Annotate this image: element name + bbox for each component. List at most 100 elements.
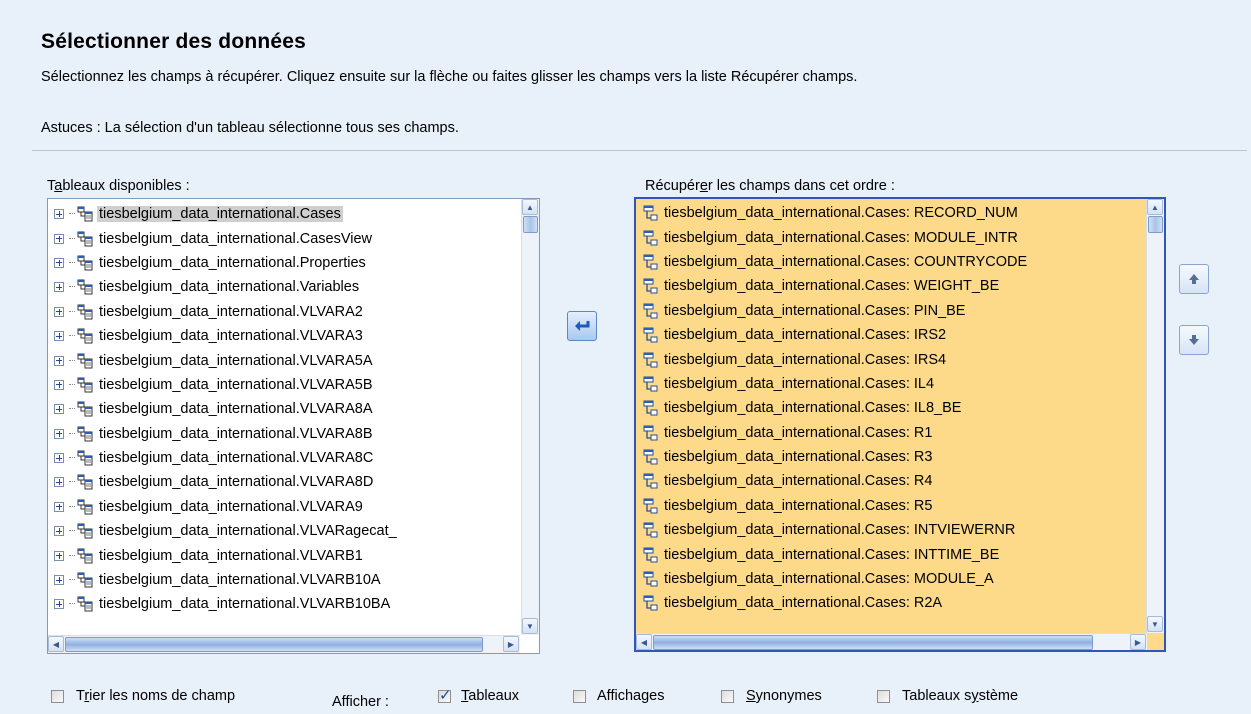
field-row[interactable]: tiesbelgium_data_international.Cases: CO… <box>636 250 1145 274</box>
expand-icon[interactable] <box>54 209 64 220</box>
field-name: tiesbelgium_data_international.Cases: IR… <box>664 327 947 344</box>
table-row[interactable]: tiesbelgium_data_international.VLVARA8D <box>48 470 397 494</box>
table-row[interactable]: tiesbelgium_data_international.VLVARA8B <box>48 422 397 446</box>
table-name: tiesbelgium_data_international.VLVARA2 <box>99 303 363 320</box>
tables-checkbox[interactable] <box>438 686 452 704</box>
views-checkbox[interactable] <box>573 690 586 703</box>
tables-checkbox-label[interactable]: Tableaux <box>461 688 519 704</box>
vertical-scrollbar[interactable]: ▲ ▼ <box>1146 199 1164 633</box>
expand-icon[interactable] <box>54 355 64 366</box>
table-row[interactable]: tiesbelgium_data_international.VLVARA5B <box>48 373 397 397</box>
expand-icon[interactable] <box>54 477 64 488</box>
field-row[interactable]: tiesbelgium_data_international.Cases: RE… <box>636 201 1145 225</box>
move-to-retrieve-button[interactable] <box>567 311 597 341</box>
table-row[interactable]: tiesbelgium_data_international.VLVARagec… <box>48 519 397 543</box>
scroll-thumb[interactable] <box>1148 216 1163 233</box>
expand-icon[interactable] <box>54 282 64 293</box>
table-row[interactable]: tiesbelgium_data_international.VLVARA8A <box>48 397 397 421</box>
table-row[interactable]: tiesbelgium_data_international.VLVARA2 <box>48 300 397 324</box>
field-row[interactable]: tiesbelgium_data_international.Cases: MO… <box>636 225 1145 249</box>
field-name: tiesbelgium_data_international.Cases: IL… <box>664 375 935 392</box>
horizontal-scrollbar[interactable]: ◀ ▶ <box>48 635 520 653</box>
table-row[interactable]: tiesbelgium_data_international.VLVARA9 <box>48 495 397 519</box>
field-row[interactable]: tiesbelgium_data_international.Cases: MO… <box>636 567 1145 591</box>
table-row[interactable]: tiesbelgium_data_international.VLVARB1 <box>48 543 397 567</box>
move-down-button[interactable] <box>1179 325 1209 355</box>
table-row[interactable]: tiesbelgium_data_international.VLVARB10B… <box>48 592 397 616</box>
field-row[interactable]: tiesbelgium_data_international.Cases: IN… <box>636 518 1145 542</box>
expand-icon[interactable] <box>54 501 64 512</box>
expand-icon[interactable] <box>54 257 64 268</box>
expand-icon[interactable] <box>54 233 64 244</box>
scroll-up-button[interactable]: ▲ <box>522 199 538 215</box>
horizontal-scrollbar[interactable]: ◀ ▶ <box>636 633 1147 650</box>
table-row[interactable]: tiesbelgium_data_international.VLVARA3 <box>48 324 397 348</box>
scroll-thumb[interactable] <box>65 637 483 652</box>
scroll-left-button[interactable]: ◀ <box>636 634 652 650</box>
scroll-right-button[interactable]: ▶ <box>1130 634 1146 650</box>
scroll-thumb[interactable] <box>523 216 538 233</box>
expand-icon[interactable] <box>54 550 64 561</box>
available-tables-list[interactable]: tiesbelgium_data_international.Cases ties… <box>47 198 540 654</box>
field-row[interactable]: tiesbelgium_data_international.Cases: R5 <box>636 494 1145 518</box>
system-tables-checkbox[interactable] <box>877 690 890 703</box>
expand-icon[interactable] <box>54 306 64 317</box>
field-icon <box>643 400 658 416</box>
table-icon <box>77 474 93 490</box>
tips-text: Astuces : La sélection d'un tableau séle… <box>41 120 459 136</box>
system-tables-checkbox-label[interactable]: Tableaux système <box>902 688 1018 704</box>
expand-icon[interactable] <box>54 575 64 586</box>
sort-field-names-label[interactable]: Trier les noms de champ <box>76 688 235 704</box>
field-row[interactable]: tiesbelgium_data_international.Cases: IL… <box>636 396 1145 420</box>
move-up-button[interactable] <box>1179 264 1209 294</box>
table-row[interactable]: tiesbelgium_data_international.CasesView <box>48 226 397 250</box>
views-checkbox-label[interactable]: Affichages <box>597 688 664 704</box>
expand-icon[interactable] <box>54 599 64 610</box>
field-row[interactable]: tiesbelgium_data_international.Cases: WE… <box>636 274 1145 298</box>
field-row[interactable]: tiesbelgium_data_international.Cases: PI… <box>636 299 1145 323</box>
field-name: tiesbelgium_data_international.Cases: R4 <box>664 473 933 490</box>
table-icon <box>77 523 93 539</box>
vertical-scrollbar[interactable]: ▲ ▼ <box>521 199 539 635</box>
field-name: tiesbelgium_data_international.Cases: IL… <box>664 400 962 417</box>
table-icon <box>77 572 93 588</box>
table-row[interactable]: tiesbelgium_data_international.Cases <box>48 202 397 226</box>
table-row[interactable]: tiesbelgium_data_international.VLVARA5A <box>48 348 397 372</box>
table-row[interactable]: tiesbelgium_data_international.Propertie… <box>48 251 397 275</box>
field-row[interactable]: tiesbelgium_data_international.Cases: IN… <box>636 542 1145 566</box>
table-name: tiesbelgium_data_international.VLVARA8D <box>99 474 374 491</box>
table-row[interactable]: tiesbelgium_data_international.VLVARB10A <box>48 568 397 592</box>
expand-icon[interactable] <box>54 379 64 390</box>
table-name: tiesbelgium_data_international.VLVARB1 <box>99 547 363 564</box>
table-icon <box>77 377 93 393</box>
scroll-down-button[interactable]: ▼ <box>522 618 538 634</box>
table-row[interactable]: tiesbelgium_data_international.VLVARA8C <box>48 446 397 470</box>
field-icon <box>643 595 658 611</box>
synonyms-checkbox[interactable] <box>721 690 734 703</box>
expand-icon[interactable] <box>54 404 64 415</box>
scroll-right-button[interactable]: ▶ <box>503 636 519 652</box>
scroll-thumb[interactable] <box>653 635 1093 650</box>
field-row[interactable]: tiesbelgium_data_international.Cases: IR… <box>636 323 1145 347</box>
field-name: tiesbelgium_data_international.Cases: MO… <box>664 571 994 588</box>
table-row[interactable]: tiesbelgium_data_international.Variables <box>48 275 397 299</box>
expand-icon[interactable] <box>54 331 64 342</box>
expand-icon[interactable] <box>54 428 64 439</box>
field-row[interactable]: tiesbelgium_data_international.Cases: IL… <box>636 372 1145 396</box>
expand-icon[interactable] <box>54 453 64 464</box>
field-row[interactable]: tiesbelgium_data_international.Cases: R4 <box>636 469 1145 493</box>
scroll-left-button[interactable]: ◀ <box>48 636 64 652</box>
field-name: tiesbelgium_data_international.Cases: R1 <box>664 424 933 441</box>
sort-field-names-checkbox[interactable] <box>51 690 64 703</box>
synonyms-checkbox-label[interactable]: Synonymes <box>746 688 822 704</box>
retrieve-fields-list[interactable]: tiesbelgium_data_international.Cases: RE… <box>634 197 1166 652</box>
field-row[interactable]: tiesbelgium_data_international.Cases: R2… <box>636 591 1145 615</box>
table-name: tiesbelgium_data_international.VLVARA8C <box>99 450 374 467</box>
expand-icon[interactable] <box>54 526 64 537</box>
field-row[interactable]: tiesbelgium_data_international.Cases: IR… <box>636 347 1145 371</box>
scroll-up-button[interactable]: ▲ <box>1147 199 1163 215</box>
scroll-down-button[interactable]: ▼ <box>1147 616 1163 632</box>
field-row[interactable]: tiesbelgium_data_international.Cases: R1 <box>636 421 1145 445</box>
field-name: tiesbelgium_data_international.Cases: R2… <box>664 595 943 612</box>
field-row[interactable]: tiesbelgium_data_international.Cases: R3 <box>636 445 1145 469</box>
